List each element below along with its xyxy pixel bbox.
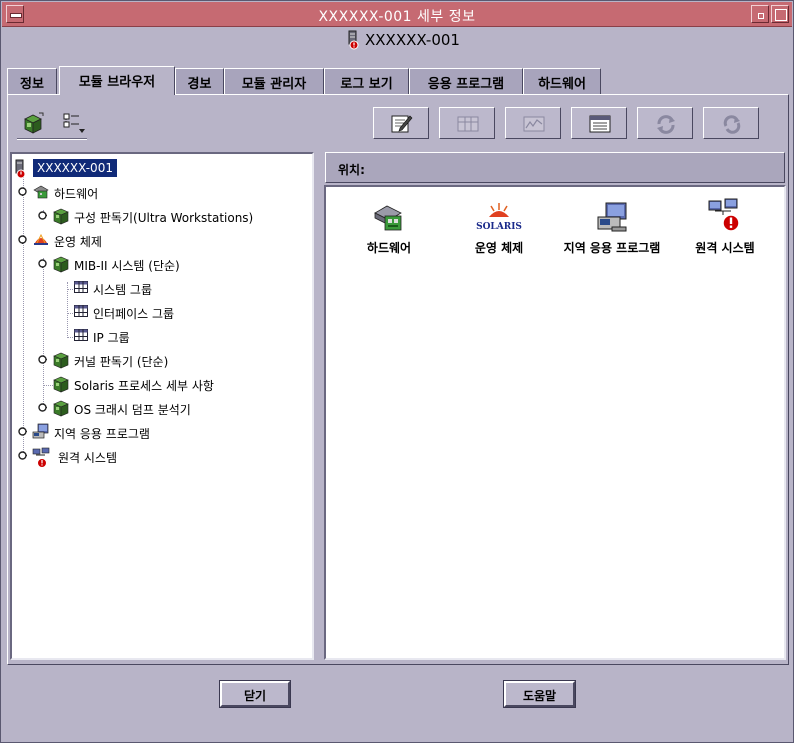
collapsed-toggle-icon[interactable]: [38, 403, 47, 412]
host-alert-icon: [14, 159, 28, 182]
tab-info[interactable]: 정보: [7, 68, 57, 94]
module-icon: [52, 207, 70, 228]
local-apps-icon: [32, 423, 50, 444]
tree-node-label: 지역 응용 프로그램: [54, 427, 150, 441]
help-button[interactable]: 도움말: [503, 680, 576, 708]
tree-node-mib2-system[interactable]: MIB-II 시스템 (단순): [36, 254, 306, 274]
tree-line: [23, 174, 24, 456]
reload-button[interactable]: [703, 107, 759, 139]
tab-hardware[interactable]: 하드웨어: [523, 68, 601, 94]
expanded-toggle-icon[interactable]: [18, 235, 27, 244]
close-button[interactable]: 닫기: [219, 680, 291, 708]
tree-node-label: MIB-II 시스템 (단순): [74, 259, 180, 273]
detail-window-button[interactable]: [571, 107, 627, 139]
tree-node-label: OS 크래시 덤프 분석기: [74, 403, 191, 417]
edit-button[interactable]: [373, 107, 429, 139]
module-icon: [52, 255, 70, 276]
tab-log-view[interactable]: 로그 보기: [324, 68, 409, 94]
expanded-toggle-icon[interactable]: [38, 259, 47, 268]
tree-node-label: Solaris 프로세스 세부 사항: [74, 379, 214, 393]
tab-module-manager[interactable]: 모듈 관리자: [224, 68, 324, 94]
host-header: XXXXXX-001: [7, 28, 789, 53]
detail-window-icon: [589, 115, 611, 133]
tree-node-label: IP 그룹: [93, 331, 130, 345]
table-icon: [74, 329, 88, 344]
view-item-operating-system[interactable]: SOLARIS 운영 체제: [452, 201, 546, 256]
hardware-icon: [374, 205, 402, 231]
tree-node-local-apps[interactable]: 지역 응용 프로그램: [16, 422, 296, 442]
local-apps-icon: [597, 202, 627, 232]
tree-node-label: 원격 시스템: [58, 451, 118, 465]
collapsed-toggle-icon[interactable]: [38, 211, 47, 220]
hardware-icon: [32, 183, 50, 204]
table-icon: [74, 281, 88, 296]
view-item-label: 하드웨어: [366, 241, 412, 255]
module-icon: [52, 351, 70, 372]
view-item-label: 운영 체제: [474, 241, 524, 255]
tree-node-label: 시스템 그룹: [93, 283, 153, 297]
view-item-local-apps[interactable]: 지역 응용 프로그램: [554, 201, 670, 256]
module-icon-view[interactable]: 하드웨어 SOLARIS 운영 체제 지역 응용 프로그램 원격 시스템: [324, 185, 786, 660]
tree-node-kernel-reader[interactable]: 커널 판독기 (단순): [36, 350, 306, 370]
tree-node-root[interactable]: XXXXXX-001: [14, 158, 304, 179]
host-name: XXXXXX-001: [365, 31, 460, 49]
tree-node-label: XXXXXX-001: [33, 159, 117, 177]
window-title: XXXXXX-001 세부 정보: [318, 9, 476, 25]
list-view-icon[interactable]: [61, 111, 87, 138]
tree-node-label: 커널 판독기 (단순): [74, 355, 169, 369]
location-label: 위치:: [338, 163, 365, 177]
solaris-logo-text: SOLARIS: [476, 222, 522, 232]
tree-node-config-reader[interactable]: 구성 판독기(Ultra Workstations): [36, 206, 306, 226]
tree-node-remote-systems[interactable]: 원격 시스템: [16, 446, 296, 468]
tab-module-browser[interactable]: 모듈 브라우저: [59, 66, 175, 95]
table-view-button[interactable]: [439, 107, 495, 139]
table-icon: [74, 305, 88, 320]
location-bar: 위치:: [325, 152, 785, 183]
host-alert-icon: [347, 30, 361, 53]
tab-applications[interactable]: 응용 프로그램: [409, 68, 523, 94]
reload-icon: [723, 115, 741, 134]
graph-button[interactable]: [505, 107, 561, 139]
edit-icon: [391, 115, 413, 133]
solaris-icon: [32, 231, 50, 252]
module-tree[interactable]: XXXXXX-001 하드웨어 구성 판독기(Ultra Workstation…: [10, 152, 314, 660]
tree-node-hardware[interactable]: 하드웨어: [16, 182, 296, 202]
expanded-toggle-icon[interactable]: [18, 187, 27, 196]
tree-node-label: 구성 판독기(Ultra Workstations): [74, 211, 254, 225]
refresh-button[interactable]: [637, 107, 693, 139]
tree-node-label: 인터페이스 그룹: [93, 307, 175, 321]
collapsed-toggle-icon[interactable]: [18, 451, 27, 460]
module-icon: [52, 399, 70, 420]
view-item-remote-systems[interactable]: 원격 시스템: [682, 197, 768, 256]
refresh-icon: [657, 115, 675, 134]
minimize-button[interactable]: [751, 5, 769, 23]
details-window: XXXXXX-001 세부 정보 XXXXXX-001 정보 모듈 브라우저 경…: [0, 0, 794, 743]
view-item-label: 지역 응용 프로그램: [563, 241, 661, 255]
maximize-button[interactable]: [771, 5, 789, 23]
solaris-icon: SOLARIS: [476, 203, 522, 232]
remote-systems-icon: [32, 447, 52, 472]
collapsed-toggle-icon[interactable]: [38, 355, 47, 364]
remote-systems-icon: [708, 198, 740, 232]
title-bar[interactable]: XXXXXX-001 세부 정보: [2, 2, 792, 27]
toolbar-divider: [17, 138, 87, 140]
tree-node-label: 운영 체제: [54, 235, 102, 249]
view-item-hardware[interactable]: 하드웨어: [344, 201, 434, 256]
tree-node-ip-group[interactable]: IP 그룹: [74, 326, 304, 346]
table-icon: [457, 116, 479, 132]
tree-node-label: 하드웨어: [54, 187, 99, 201]
tree-line: [67, 282, 68, 338]
module-icon: [52, 375, 70, 396]
tree-view-icon[interactable]: [21, 111, 47, 138]
tree-node-system-group[interactable]: 시스템 그룹: [74, 278, 304, 298]
tree-node-interface-group[interactable]: 인터페이스 그룹: [74, 302, 304, 322]
tree-node-crash-dump[interactable]: OS 크래시 덤프 분석기: [36, 398, 306, 418]
tree-node-operating-system[interactable]: 운영 체제: [16, 230, 296, 250]
tree-node-solaris-process[interactable]: Solaris 프로세스 세부 사항: [36, 374, 306, 394]
graph-icon: [523, 116, 545, 132]
tab-alarms[interactable]: 경보: [175, 68, 224, 94]
collapsed-toggle-icon[interactable]: [18, 427, 27, 436]
view-item-label: 원격 시스템: [695, 241, 755, 255]
